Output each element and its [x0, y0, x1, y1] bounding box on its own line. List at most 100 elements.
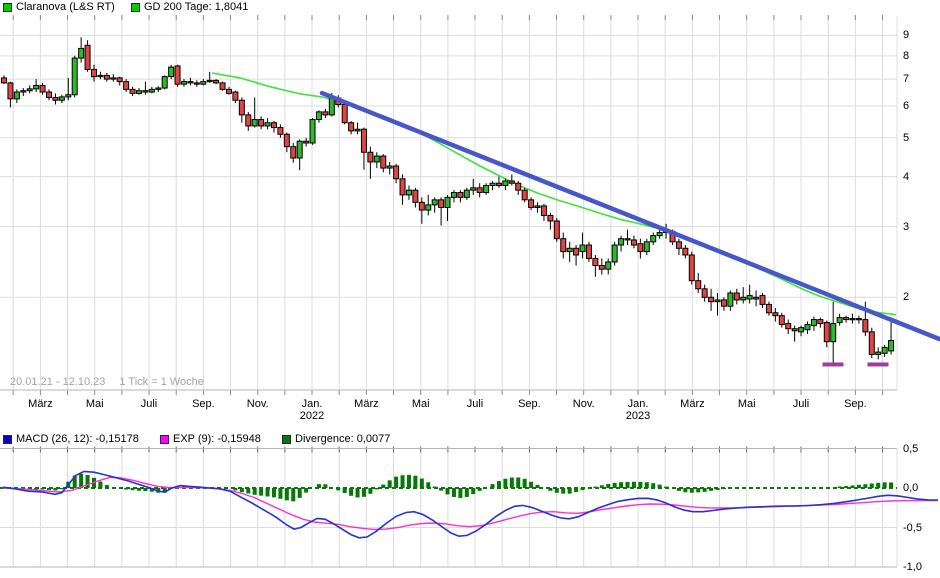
candle-down: [214, 80, 219, 83]
divergence-bar: [240, 488, 244, 492]
x-axis-year-label: 2023: [626, 410, 650, 422]
divergence-bar: [47, 488, 51, 490]
candle-up: [445, 197, 450, 207]
y-axis-label: 3: [903, 221, 909, 233]
divergence-bar: [458, 488, 462, 498]
candle-down: [291, 147, 296, 158]
divergence-series-icon: [282, 435, 291, 444]
candle-down: [394, 166, 399, 179]
candle-down: [226, 89, 231, 93]
divergence-bar: [285, 488, 289, 500]
divergence-bar: [491, 484, 495, 488]
candle-down: [188, 82, 193, 83]
y-axis-label: 7: [903, 73, 909, 85]
candle-down: [284, 134, 289, 146]
candle-down: [400, 179, 405, 195]
support-mark: [868, 362, 889, 366]
candle-up: [535, 206, 540, 208]
candle-down: [53, 97, 58, 100]
candle-up: [316, 112, 321, 120]
candle-up: [59, 97, 64, 100]
candle-up: [27, 89, 32, 91]
divergence-bar: [870, 484, 874, 488]
candle-down: [574, 248, 579, 255]
candle-down: [175, 66, 180, 84]
divergence-bar: [356, 488, 360, 497]
candle-down: [143, 91, 148, 92]
candle-up: [651, 236, 656, 242]
divergence-bar: [388, 480, 392, 488]
candle-up: [297, 141, 302, 158]
candle-up: [850, 319, 855, 320]
candle-up: [406, 190, 411, 195]
x-axis-label: Juli: [793, 398, 810, 410]
x-axis-label: Sep.: [192, 398, 215, 410]
macd-y-axis-label: -1,0: [903, 561, 922, 573]
candle-down: [496, 183, 501, 185]
candle-down: [734, 293, 739, 300]
divergence-bar: [105, 485, 109, 488]
divergence-bar: [323, 484, 327, 488]
candle-up: [21, 91, 26, 92]
divergence-bar: [850, 485, 854, 488]
candle-up: [329, 98, 334, 115]
x-axis-label: Mai: [738, 398, 756, 410]
candle-up: [837, 318, 842, 323]
divergence-bar: [876, 483, 880, 488]
candle-up: [805, 325, 810, 330]
divergence-bar: [336, 488, 340, 490]
candle-up: [432, 200, 437, 205]
divergence-bar: [593, 487, 597, 488]
candle-down: [696, 281, 701, 289]
candle-down: [709, 297, 714, 301]
candle-down: [760, 296, 765, 305]
y-axis-label: 6: [903, 100, 909, 112]
divergence-bar: [401, 475, 405, 488]
candle-down: [869, 332, 874, 355]
candle-up: [72, 58, 77, 95]
divergence-bar: [516, 477, 520, 488]
candle-up: [426, 205, 431, 210]
chart-canvas: [0, 0, 940, 578]
candle-down: [509, 181, 514, 183]
candle-up: [484, 186, 489, 193]
candle-up: [79, 48, 84, 58]
candle-up: [355, 129, 360, 131]
candle-up: [169, 67, 174, 77]
candle-down: [792, 329, 797, 331]
candle-down: [304, 141, 309, 143]
candle-up: [889, 341, 894, 351]
candle-down: [779, 316, 784, 325]
divergence-bar: [632, 482, 636, 488]
x-axis-label: Sep.: [518, 398, 541, 410]
candle-down: [342, 105, 347, 123]
candle-up: [876, 352, 881, 354]
candle-down: [721, 300, 726, 306]
divergence-bar: [651, 483, 655, 488]
divergence-bar: [664, 487, 668, 488]
divergence-bar: [863, 484, 867, 488]
candle-down: [773, 313, 778, 316]
candle-up: [451, 193, 456, 198]
candle-up: [606, 262, 611, 269]
divergence-bar: [407, 475, 411, 488]
divergence-bar: [497, 481, 501, 488]
divergence-bar: [600, 485, 604, 488]
candle-up: [34, 85, 39, 88]
candle-down: [856, 319, 861, 320]
candle-down: [413, 190, 418, 202]
candle-up: [162, 77, 167, 88]
candle-up: [612, 245, 617, 262]
candle-up: [201, 82, 206, 85]
divergence-bar: [857, 485, 861, 488]
divergence-bar: [722, 488, 726, 489]
divergence-series-label: Divergence: 0,0077: [295, 433, 390, 445]
candle-up: [728, 293, 733, 306]
divergence-bar: [529, 482, 533, 488]
divergence-bar: [298, 488, 302, 498]
x-axis-label: Jan.: [628, 398, 649, 410]
candle-down: [477, 188, 482, 193]
divergence-bar: [394, 477, 398, 488]
candle-down: [541, 206, 546, 216]
y-axis-label: 8: [903, 50, 909, 62]
